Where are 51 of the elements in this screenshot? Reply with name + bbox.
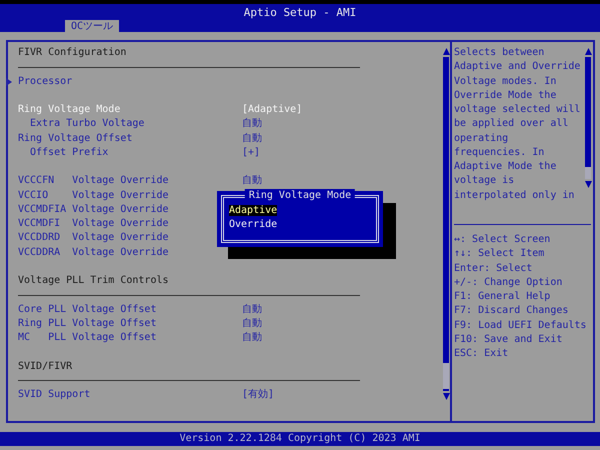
scroll-down-icon[interactable] xyxy=(584,181,592,188)
setting-value[interactable]: 自動 xyxy=(242,174,262,188)
setting-label[interactable]: Ring PLL Voltage Offset xyxy=(18,318,156,329)
section-heading: SVID/FIVR xyxy=(18,360,72,374)
setting-label[interactable]: Offset Prefix xyxy=(30,146,108,158)
submenu-link[interactable]: Processor xyxy=(18,74,72,89)
setting-label[interactable]: VCCDDRD Voltage Override xyxy=(18,232,169,244)
setting-label[interactable]: SVID Support xyxy=(18,389,90,400)
setting-value[interactable]: 自動 xyxy=(242,316,262,331)
section-heading: Voltage PLL Trim Controls xyxy=(18,274,169,288)
key-hint: F10: Save and Exit xyxy=(454,332,564,347)
setting-value[interactable]: 自動 xyxy=(242,117,262,132)
setting-label[interactable]: VCCMDFIA Voltage Override xyxy=(18,204,169,215)
setting-value[interactable]: 自動 xyxy=(242,302,262,317)
scroll-up-icon[interactable] xyxy=(584,48,592,55)
key-hint: F9: Load UEFI Defaults xyxy=(454,318,588,332)
section-heading: FIVR Configuration xyxy=(18,46,126,60)
scrollbar-track[interactable] xyxy=(585,57,591,179)
key-hint: ESC: Exit xyxy=(454,347,510,361)
popup-title: Ring Voltage Mode xyxy=(244,189,356,203)
scroll-up-icon[interactable] xyxy=(442,48,450,55)
tab[interactable]: OCツール xyxy=(65,20,120,33)
setting-label[interactable]: VCCMDFI Voltage Override xyxy=(18,218,169,229)
scrollbar-track[interactable] xyxy=(443,57,449,391)
setting-value[interactable]: 自動 xyxy=(242,331,262,346)
setting-label[interactable]: VCCIO Voltage Override xyxy=(18,190,169,200)
scrollbar-thumb[interactable] xyxy=(585,167,591,179)
setting-label[interactable]: VCCCFN Voltage Override xyxy=(18,175,169,186)
key-hint: F7: Discard Changes xyxy=(454,304,570,318)
scrollbar-thumb[interactable] xyxy=(443,363,449,389)
key-hint: ↔: Select Screen xyxy=(454,233,552,247)
key-hint: Enter: Select xyxy=(454,262,534,276)
setting-label[interactable]: Extra Turbo Voltage xyxy=(30,118,144,130)
setting-value[interactable]: [Adaptive] xyxy=(242,103,302,118)
setting-value[interactable]: [有効] xyxy=(242,388,274,402)
setting-label[interactable]: Core PLL Voltage Offset xyxy=(18,304,156,314)
popup-option[interactable]: Adaptive xyxy=(229,205,278,216)
popup-option[interactable]: Override xyxy=(229,219,278,230)
setting-label[interactable]: MC PLL Voltage Offset xyxy=(18,332,156,343)
setting-label[interactable]: Ring Voltage Offset xyxy=(18,132,132,144)
version-text: Version 2.22.1284 Copyright (C) 2023 AMI xyxy=(180,432,420,446)
scroll-down-icon[interactable] xyxy=(442,393,450,400)
key-hint: +/-: Change Option xyxy=(454,276,564,290)
setting-value[interactable]: [+] xyxy=(242,146,260,160)
help-text: Selects between Adaptive and Override Voltage modes. In Override Mode the voltage selected will be applied over all operating frequencies. In Adaptive Mode the voltage is interpolated only in xyxy=(454,46,582,202)
setting-value[interactable]: 自動 xyxy=(242,132,262,146)
key-hint: ↑↓: Select Item xyxy=(454,247,546,262)
setting-label[interactable]: Ring Voltage Mode xyxy=(18,104,120,115)
setting-label[interactable]: VCCDDRA Voltage Override xyxy=(18,246,169,258)
key-hint: F1: General Help xyxy=(454,290,552,304)
window-title: Aptio Setup - AMI xyxy=(244,6,356,19)
